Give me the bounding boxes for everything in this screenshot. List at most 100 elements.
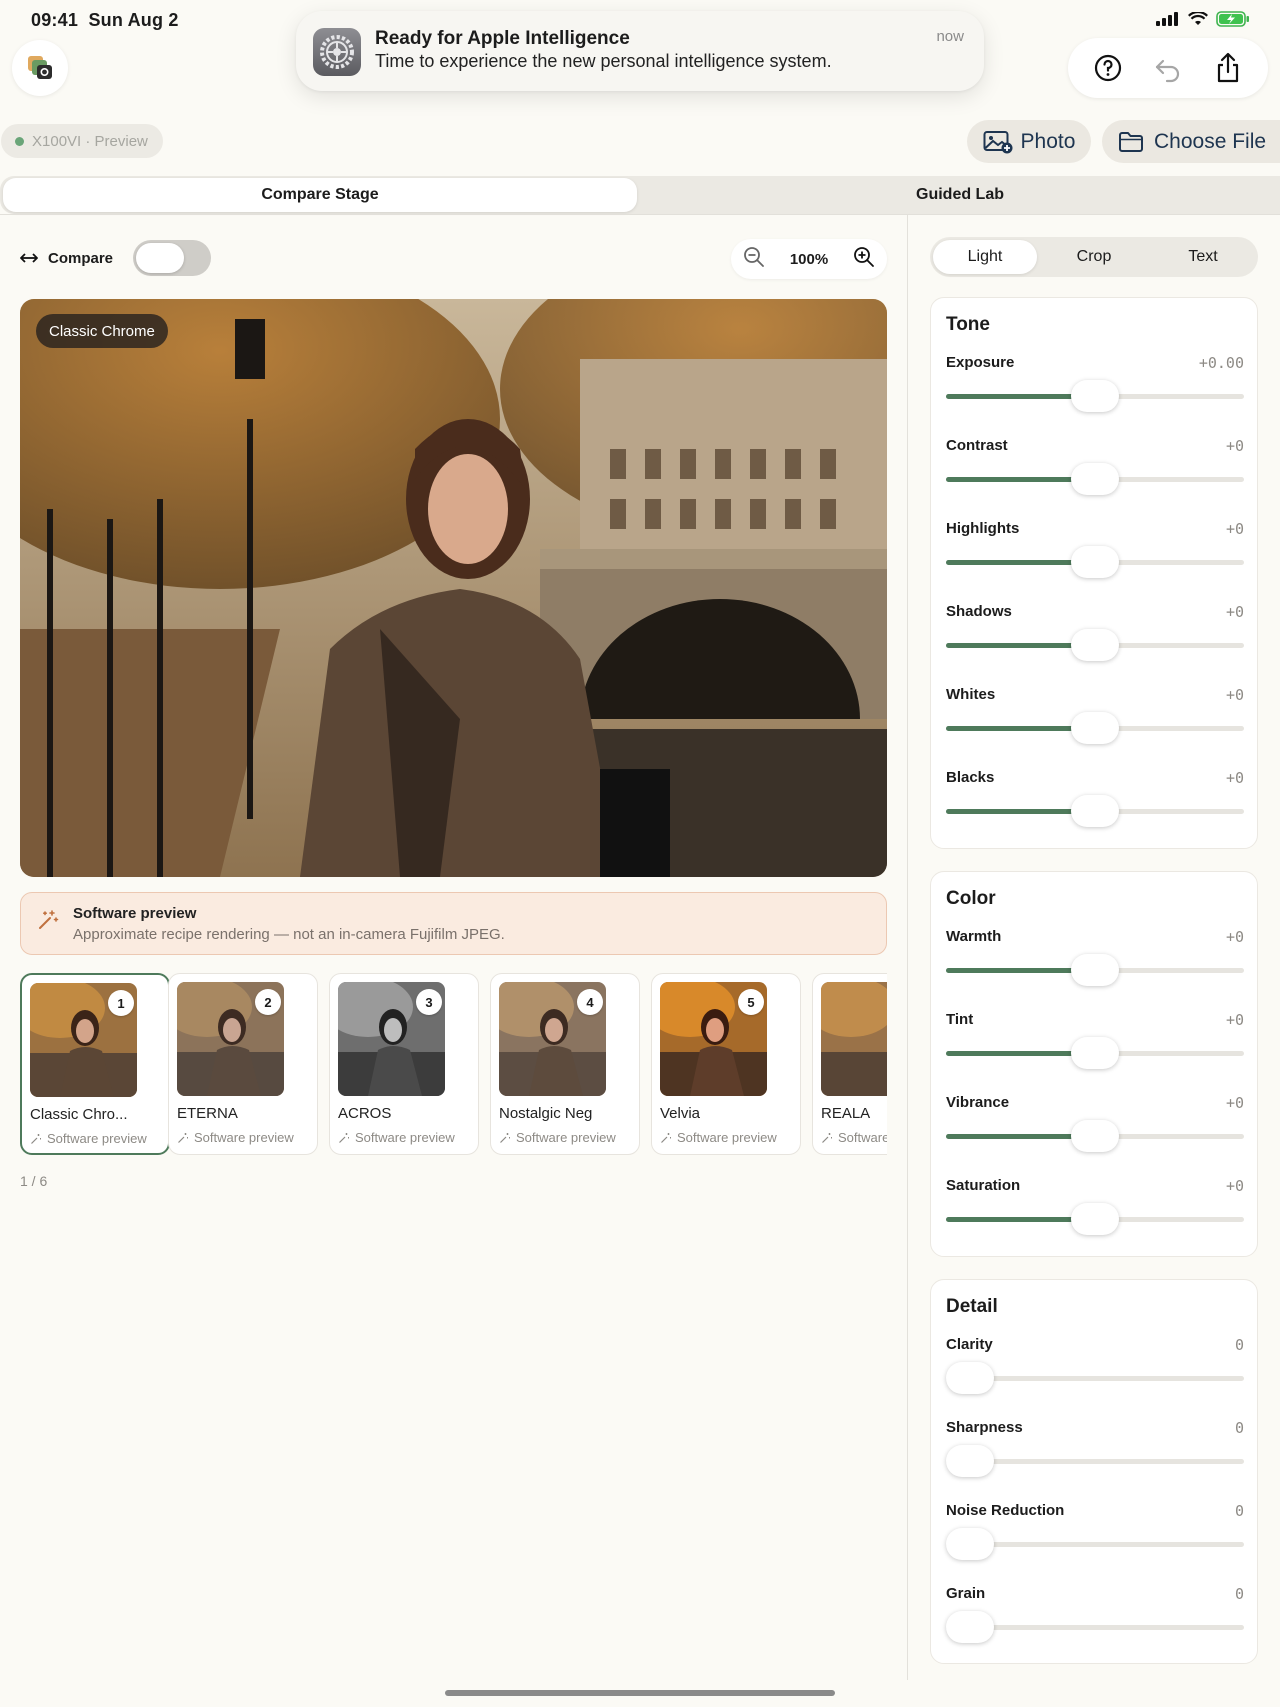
- magic-wand-icon: [661, 1132, 671, 1143]
- zoom-out-button[interactable]: [743, 246, 765, 272]
- slider-thumb[interactable]: [946, 1528, 994, 1560]
- slider-track[interactable]: [946, 380, 1244, 412]
- slider-track[interactable]: [946, 954, 1244, 986]
- slider-saturation[interactable]: Saturation +0: [946, 1177, 1244, 1243]
- recipe-card-velvia[interactable]: 5 Velvia Software preview: [651, 973, 801, 1155]
- slider-track[interactable]: [946, 1528, 1244, 1560]
- slider-value: 0: [1234, 1502, 1244, 1520]
- tab-crop[interactable]: Crop: [1042, 240, 1146, 274]
- slider-highlights[interactable]: Highlights +0: [946, 520, 1244, 586]
- recipe-name: ETERNA: [177, 1105, 238, 1122]
- slider-thumb[interactable]: [946, 1445, 994, 1477]
- camera-model-chip[interactable]: X100VI · Preview: [1, 124, 163, 158]
- color-group: Color Warmth +0 Tint +0 Vibrance +0 Satu…: [930, 871, 1258, 1257]
- choose-file-button[interactable]: Choose File: [1102, 120, 1280, 163]
- slider-track[interactable]: [946, 1445, 1244, 1477]
- slider-label: Highlights: [946, 520, 1020, 537]
- slider-thumb[interactable]: [1071, 463, 1119, 495]
- slider-value: +0: [1225, 769, 1244, 787]
- recipe-card-classic-chrome[interactable]: 1 Classic Chro... Software preview: [20, 973, 170, 1155]
- recipe-card-eterna[interactable]: 2 ETERNA Software preview: [168, 973, 318, 1155]
- tab-compare-stage[interactable]: Compare Stage: [3, 178, 637, 212]
- slider-track[interactable]: [946, 1203, 1244, 1235]
- slider-tint[interactable]: Tint +0: [946, 1011, 1244, 1077]
- slider-thumb[interactable]: [1071, 712, 1119, 744]
- main-photo-preview[interactable]: [20, 299, 887, 877]
- slider-sharpness[interactable]: Sharpness 0: [946, 1419, 1244, 1485]
- recipe-name: ACROS: [338, 1105, 392, 1122]
- slider-track[interactable]: [946, 629, 1244, 661]
- slider-track[interactable]: [946, 1037, 1244, 1069]
- slider-thumb[interactable]: [1071, 795, 1119, 827]
- slider-contrast[interactable]: Contrast +0: [946, 437, 1244, 503]
- recipe-subtitle-text: Software preview: [838, 1130, 887, 1145]
- slider-thumb[interactable]: [1071, 1203, 1119, 1235]
- recipe-subtitle-text: Software preview: [355, 1130, 455, 1145]
- detail-group: Detail Clarity 0 Sharpness 0 Noise Reduc…: [930, 1279, 1258, 1664]
- slider-track[interactable]: [946, 1611, 1244, 1643]
- slider-thumb[interactable]: [1071, 546, 1119, 578]
- settings-gear-icon: [313, 28, 361, 76]
- recipe-card-nostalgic-neg[interactable]: 4 Nostalgic Neg Software preview: [490, 973, 640, 1155]
- toggle-knob: [136, 243, 185, 273]
- slider-exposure[interactable]: Exposure +0.00: [946, 354, 1244, 420]
- slider-grain[interactable]: Grain 0: [946, 1585, 1244, 1651]
- group-title: Tone: [946, 314, 990, 335]
- help-button[interactable]: [1086, 46, 1130, 90]
- slider-track[interactable]: [946, 795, 1244, 827]
- slider-vibrance[interactable]: Vibrance +0: [946, 1094, 1244, 1160]
- slider-track[interactable]: [946, 546, 1244, 578]
- camera-model-label: X100VI · Preview: [32, 132, 148, 150]
- slider-thumb[interactable]: [1071, 1037, 1119, 1069]
- status-dot: [15, 136, 24, 146]
- slider-track[interactable]: [946, 463, 1244, 495]
- recipe-subtitle-text: Software preview: [47, 1131, 147, 1146]
- zoom-in-button[interactable]: [853, 246, 875, 272]
- slider-track[interactable]: [946, 1120, 1244, 1152]
- tab-guided-lab[interactable]: Guided Lab: [640, 178, 1280, 212]
- slider-value: +0: [1225, 603, 1244, 621]
- slider-label: Saturation: [946, 1177, 1021, 1194]
- slider-track[interactable]: [946, 712, 1244, 744]
- photo-add-icon: [983, 130, 1013, 153]
- app-menu-button[interactable]: [12, 40, 68, 96]
- slider-noise-reduction[interactable]: Noise Reduction 0: [946, 1502, 1244, 1568]
- tab-light[interactable]: Light: [933, 240, 1037, 274]
- status-icons: [1156, 11, 1250, 27]
- choose-file-label: Choose File: [1154, 129, 1267, 153]
- tab-text[interactable]: Text: [1151, 240, 1255, 274]
- notification-banner[interactable]: Ready for Apple Intelligence Time to exp…: [296, 11, 984, 91]
- zoom-out-icon: [744, 247, 764, 267]
- home-indicator[interactable]: [445, 1690, 835, 1696]
- slider-value: +0: [1225, 520, 1244, 538]
- zoom-level: 100%: [789, 250, 829, 268]
- share-button[interactable]: [1206, 46, 1250, 90]
- slider-label: Warmth: [946, 928, 1002, 945]
- magic-wand-icon: [39, 910, 59, 929]
- slider-value: +0: [1225, 437, 1244, 455]
- slider-thumb[interactable]: [946, 1611, 994, 1643]
- slider-thumb[interactable]: [1071, 1120, 1119, 1152]
- slider-value: +0: [1225, 1094, 1244, 1112]
- slider-blacks[interactable]: Blacks +0: [946, 769, 1244, 835]
- recipe-card-reala[interactable]: REALA Software preview: [812, 973, 887, 1155]
- share-icon: [1217, 52, 1239, 83]
- slider-thumb[interactable]: [1071, 954, 1119, 986]
- slider-thumb[interactable]: [946, 1362, 994, 1394]
- recipe-subtitle: Software preview: [30, 1131, 147, 1146]
- status-time: 09:41 Sun Aug 2: [31, 10, 179, 31]
- slider-whites[interactable]: Whites +0: [946, 686, 1244, 752]
- slider-warmth[interactable]: Warmth +0: [946, 928, 1244, 994]
- slider-value: 0: [1234, 1336, 1244, 1354]
- recipe-card-acros[interactable]: 3 ACROS Software preview: [329, 973, 479, 1155]
- undo-button[interactable]: [1146, 46, 1190, 90]
- software-preview-banner: Software preview Approximate recipe rend…: [20, 892, 887, 955]
- slider-shadows[interactable]: Shadows +0: [946, 603, 1244, 669]
- slider-thumb[interactable]: [1071, 629, 1119, 661]
- compare-toggle[interactable]: [133, 240, 212, 276]
- photo-library-button[interactable]: Photo: [967, 120, 1091, 163]
- slider-thumb[interactable]: [1071, 380, 1119, 412]
- slider-track[interactable]: [946, 1362, 1244, 1394]
- slider-clarity[interactable]: Clarity 0: [946, 1336, 1244, 1402]
- recipe-subtitle-text: Software preview: [677, 1130, 777, 1145]
